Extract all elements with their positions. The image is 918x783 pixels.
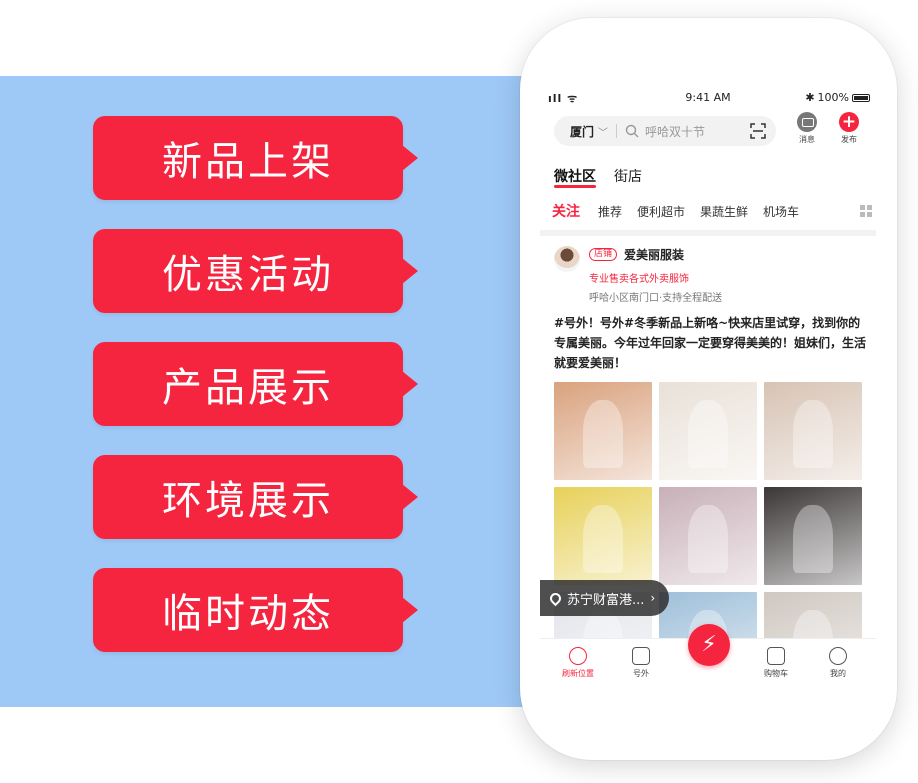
feature-tag-environment-display: 环境展示	[93, 455, 418, 539]
tab-street-shops[interactable]: 街店	[614, 166, 642, 186]
app-screen: ıll ᯤ 9:41 AM ✱ 100% 厦门 ﹀ 呼哈双十节 消息 + 发布 …	[540, 86, 876, 686]
plus-icon: +	[839, 112, 859, 132]
message-label: 消息	[799, 135, 815, 144]
cart-icon	[767, 647, 785, 665]
post-photo[interactable]	[764, 382, 862, 480]
news-icon	[632, 647, 650, 665]
post-photo[interactable]	[554, 382, 652, 480]
shop-name[interactable]: 爱美丽服装	[624, 246, 684, 263]
nav-refresh-location[interactable]: 刷新位置	[548, 647, 608, 679]
tab-fresh-produce[interactable]: 果蔬生鲜	[700, 203, 748, 220]
grid-menu-icon[interactable]	[860, 205, 872, 217]
tab-airport-shuttle[interactable]: 机场车	[763, 203, 799, 220]
post-text: #号外！号外#冬季新品上新咯~快来店里试穿，找到你的专属美丽。今年过年回家一定要…	[554, 316, 867, 370]
shop-description: 专业售卖各式外卖服饰	[589, 274, 689, 285]
tab-community[interactable]: 微社区	[554, 166, 596, 188]
tab-convenience-store[interactable]: 便利超市	[637, 203, 685, 220]
search-input[interactable]: 呼哈双十节	[645, 123, 705, 140]
shop-address: 呼哈小区南门口·支持全程配送	[589, 293, 723, 304]
battery-status: ✱ 100%	[805, 91, 870, 104]
search-bar[interactable]: 厦门 ﹀ 呼哈双十节	[554, 116, 776, 146]
nav-extra[interactable]: 号外	[611, 647, 671, 679]
location-pill[interactable]: 苏宁财富港... ›	[540, 580, 670, 616]
lightning-icon: ⚡	[701, 632, 717, 657]
tab-recommended[interactable]: 推荐	[598, 203, 622, 220]
post-photo[interactable]	[659, 487, 757, 585]
nav-profile[interactable]: 我的	[808, 647, 868, 679]
battery-icon	[852, 93, 870, 102]
location-text: 苏宁财富港...	[567, 592, 645, 608]
feature-tag-product-display: 产品展示	[93, 342, 418, 426]
tab-following[interactable]: 关注	[552, 201, 580, 221]
battery-percent: 100%	[817, 91, 849, 104]
post-button[interactable]: + 发布	[832, 112, 866, 145]
quick-action-button[interactable]: ⚡	[688, 624, 730, 666]
search-icon	[625, 124, 639, 138]
nav-label: 我的	[830, 669, 846, 678]
message-button[interactable]: 消息	[790, 112, 824, 145]
profile-icon	[829, 647, 847, 665]
chevron-right-icon: ›	[650, 591, 656, 605]
category-tabs: 关注 推荐 便利超市 果蔬生鲜 机场车	[552, 200, 872, 222]
avatar[interactable]	[554, 246, 580, 272]
section-divider	[540, 230, 876, 236]
status-bar: ıll ᯤ 9:41 AM ✱ 100%	[540, 90, 876, 106]
nav-label: 购物车	[764, 669, 788, 678]
feature-tag-promotions: 优惠活动	[93, 229, 418, 313]
feature-tag-temporary-updates: 临时动态	[93, 568, 418, 652]
message-icon	[797, 112, 817, 132]
nav-label: 号外	[633, 669, 649, 678]
scan-icon[interactable]	[750, 123, 766, 139]
nav-label: 刷新位置	[562, 669, 594, 678]
post-label: 发布	[841, 135, 857, 144]
feature-tag-new-products: 新品上架	[93, 116, 418, 200]
post-photo[interactable]	[659, 382, 757, 480]
location-pin-icon	[547, 590, 564, 606]
nav-cart[interactable]: 购物车	[746, 647, 806, 679]
shop-badge: 店铺	[589, 248, 618, 261]
post-photo[interactable]	[764, 487, 862, 585]
search-divider	[616, 124, 618, 138]
chevron-down-icon[interactable]: ﹀	[598, 124, 608, 139]
post-photo[interactable]	[554, 487, 652, 585]
city-selector[interactable]: 厦门	[570, 123, 594, 140]
refresh-location-icon	[569, 647, 587, 665]
bluetooth-icon: ✱	[805, 91, 815, 104]
main-tabs: 微社区 街店	[554, 166, 642, 188]
